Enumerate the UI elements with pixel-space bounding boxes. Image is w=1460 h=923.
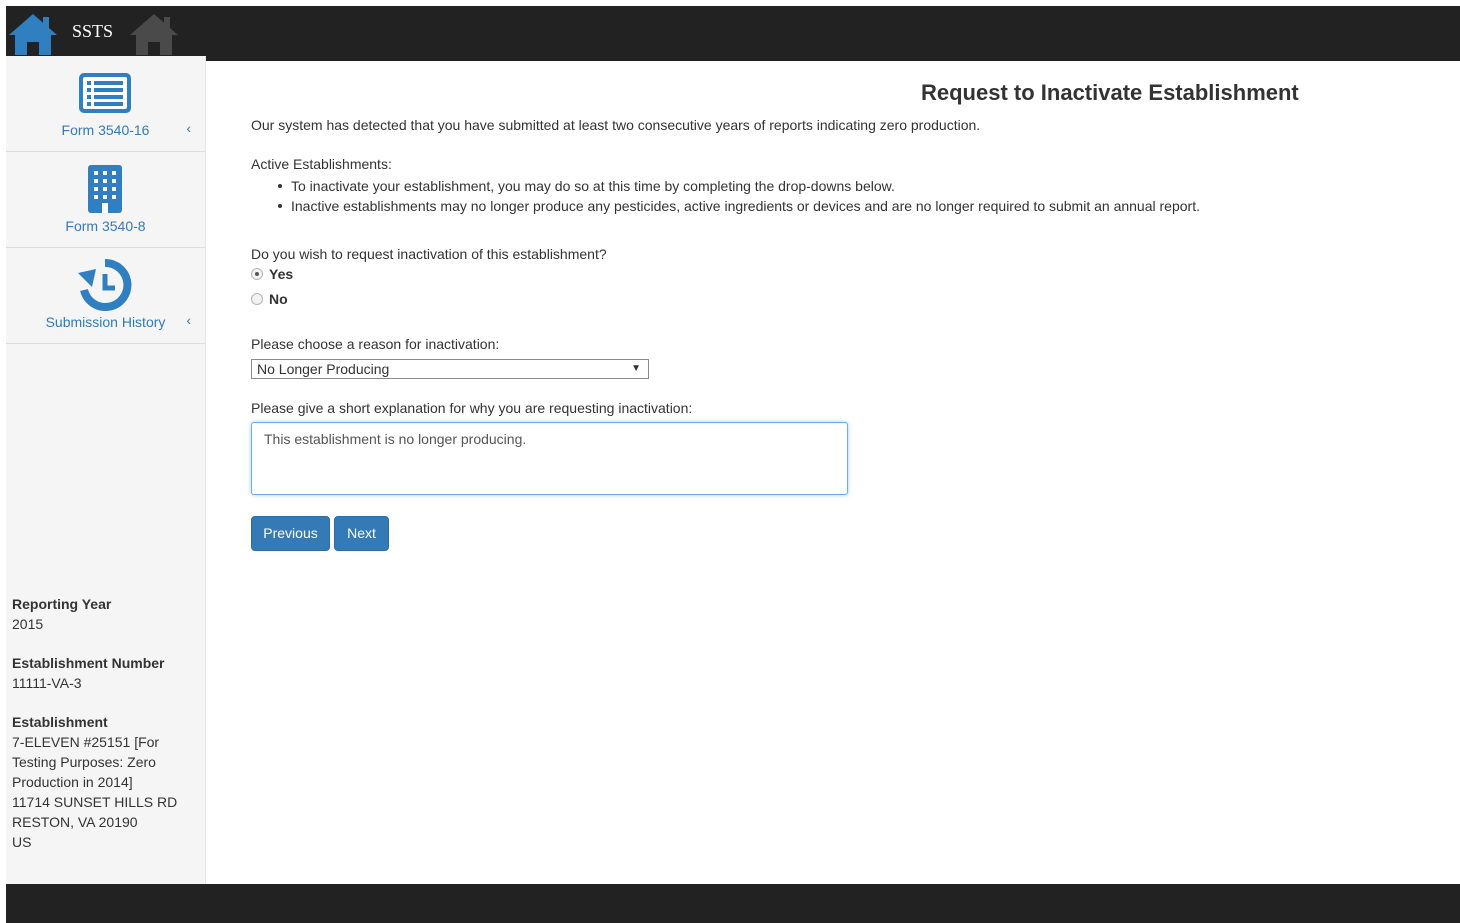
sidebar: Form 3540-16 ‹ Form 3540-8 Submission Hi… (6, 56, 206, 884)
brand-title[interactable]: SSTS (72, 21, 113, 42)
no-option[interactable]: No (251, 291, 288, 307)
address-line: 11714 SUNSET HILLS RD (12, 794, 178, 810)
address-line: RESTON, VA 20190 (12, 814, 138, 830)
sidebar-item-submission-history[interactable]: Submission History ‹ (6, 248, 205, 344)
sidebar-item-label: Form 3540-16 (61, 122, 150, 138)
yes-radio[interactable] (251, 268, 263, 280)
home-icon[interactable] (7, 11, 59, 57)
chevron-left-icon: ‹ (186, 120, 191, 136)
list-form-icon (79, 73, 131, 113)
top-navbar: SSTS (6, 6, 1460, 61)
reason-select[interactable]: No Longer Producing ▼ (251, 359, 649, 379)
intro-text: Our system has detected that you have su… (251, 117, 981, 133)
establishment-number-value: 11111-VA-3 (12, 675, 82, 691)
establishment-address: 7-ELEVEN #25151 [For Testing Purposes: Z… (12, 732, 202, 852)
sidebar-item-form-3540-16[interactable]: Form 3540-16 ‹ (6, 56, 205, 152)
page-title: Request to Inactivate Establishment (921, 80, 1299, 105)
reason-label: Please choose a reason for inactivation: (251, 336, 500, 352)
list-item: Inactive establishments may no longer pr… (275, 196, 1200, 216)
reporting-year-value: 2015 (12, 616, 44, 632)
explanation-text: This establishment is no longer producin… (264, 431, 527, 447)
next-button[interactable]: Next (334, 516, 389, 551)
establishment-label: Establishment (12, 714, 108, 730)
establishment-number-label: Establishment Number (12, 655, 165, 671)
info-bullets: To inactivate your establishment, you ma… (275, 176, 1200, 216)
no-radio[interactable] (251, 293, 263, 305)
sidebar-item-label: Form 3540-8 (65, 218, 146, 234)
footer-bar (6, 884, 1460, 923)
active-establishments-heading: Active Establishments: (251, 156, 392, 172)
home-icon[interactable] (128, 11, 180, 57)
yes-label: Yes (269, 266, 294, 282)
address-line: Production in 2014] (12, 774, 133, 790)
establishment-info: Reporting Year 2015 Establishment Number… (12, 594, 202, 871)
history-icon (78, 259, 132, 311)
yes-option[interactable]: Yes (251, 266, 293, 282)
building-icon (88, 165, 122, 213)
no-label: No (269, 291, 288, 307)
address-line: US (12, 834, 32, 850)
explanation-textarea[interactable]: This establishment is no longer producin… (251, 422, 848, 495)
reason-selected-value: No Longer Producing (257, 361, 390, 377)
previous-button[interactable]: Previous (251, 516, 330, 551)
dropdown-arrow-icon: ▼ (631, 363, 641, 374)
address-line: 7-ELEVEN #25151 [For (12, 734, 160, 750)
sidebar-item-label: Submission History (45, 314, 166, 330)
address-line: Testing Purposes: Zero (12, 754, 156, 770)
reporting-year-label: Reporting Year (12, 596, 112, 612)
sidebar-item-form-3540-8[interactable]: Form 3540-8 (6, 152, 205, 248)
inactivation-question: Do you wish to request inactivation of t… (251, 246, 607, 262)
chevron-left-icon: ‹ (186, 312, 191, 328)
list-item: To inactivate your establishment, you ma… (275, 176, 1200, 196)
explanation-label: Please give a short explanation for why … (251, 400, 693, 416)
